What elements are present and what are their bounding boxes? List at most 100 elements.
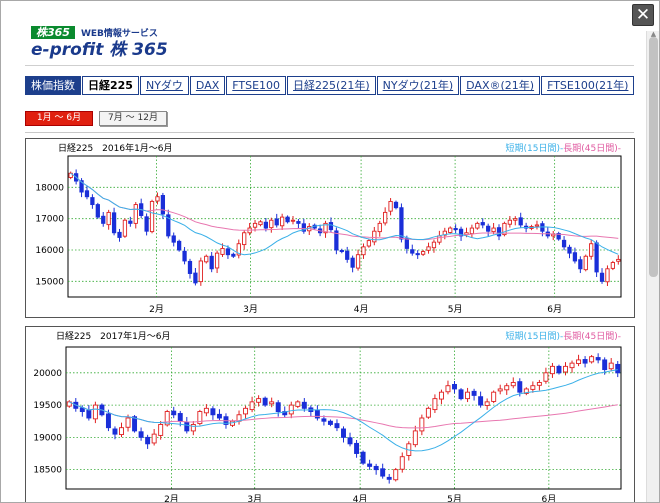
candle-down (415, 253, 420, 256)
site-logo: 株365 WEB情報サービス e-profit 株 365 (31, 25, 181, 61)
candle-down (86, 409, 92, 419)
candle-up (438, 391, 444, 400)
candle-up (475, 222, 480, 229)
vertical-scrollbar[interactable]: ▲ (646, 31, 659, 502)
y-tick-label: 18000 (35, 183, 64, 193)
candle-up (119, 427, 124, 436)
tab-nikkei225-21y[interactable]: 日経225(21年) (287, 76, 376, 95)
candle-up (243, 407, 249, 415)
logo-subtitle: WEB情報サービス (80, 28, 158, 39)
candle-down (360, 451, 366, 464)
candle-down (171, 235, 176, 243)
candle-down (95, 204, 100, 218)
candle-up (576, 359, 582, 365)
tab-ftse100-21y[interactable]: FTSE100(21年) (541, 76, 635, 95)
candle-down (567, 246, 572, 254)
candle-up (155, 196, 160, 202)
candle-down (518, 217, 523, 226)
candle-up (214, 252, 220, 269)
candle-up (484, 401, 490, 406)
index-tab-bar: 株価指数 日経225 NYダウ DAX FTSE100 日経225(21年) N… (25, 76, 635, 95)
candle-up (203, 407, 209, 414)
candle-up (290, 219, 296, 222)
candle-up (431, 241, 437, 249)
candle-up (445, 385, 451, 393)
candle-down (193, 272, 198, 284)
tab-ny-dow[interactable]: NYダウ (139, 76, 189, 95)
candle-down (595, 357, 601, 361)
candle-up (589, 356, 595, 363)
candle-up (242, 232, 247, 246)
candle-down (84, 190, 90, 198)
tab-ftse100[interactable]: FTSE100 (226, 76, 287, 95)
candle-down (182, 250, 187, 262)
candle-down (386, 476, 392, 480)
candle-down (328, 222, 334, 231)
candle-down (262, 397, 268, 406)
candle-down (334, 423, 340, 429)
tab-nikkei225[interactable]: 日経225 (82, 76, 139, 95)
candle-up (610, 262, 615, 269)
legend-short-ma: 短期(15日間) (506, 330, 560, 342)
candle-down (367, 463, 373, 467)
candle-up (465, 391, 471, 400)
candle-down (347, 437, 353, 445)
period-jul-dec-button[interactable]: 7月 ～ 12月 (99, 111, 167, 126)
x-tick-label: 5月 (448, 304, 463, 315)
candle-down (561, 239, 567, 248)
candle-up (388, 200, 393, 212)
candle-down (144, 216, 149, 232)
candle-up (420, 251, 426, 255)
tab-dax[interactable]: DAX (189, 76, 226, 95)
candle-up (551, 233, 556, 237)
candle-down (187, 260, 193, 274)
period-jan-jun-button[interactable]: 1月 ～ 6月 (25, 111, 93, 126)
chart-legend: 短期(15日間)-長期(45日間)- (506, 142, 621, 154)
x-tick-label: 6月 (547, 304, 562, 315)
candle-up (504, 385, 510, 391)
candle-down (112, 428, 118, 435)
x-tick-label: 3月 (243, 304, 258, 315)
candle-down (496, 227, 502, 237)
candle-down (599, 272, 605, 282)
candle-up (295, 401, 301, 407)
candle-up (393, 469, 399, 481)
candle-down (138, 431, 144, 438)
header-divider (25, 65, 634, 66)
chart-2016: 15000 16000 17000 18000 2月 3月 4月 5月 6月 日経225 2016… (35, 142, 622, 315)
chart-legend: 短期(15日間)-長期(45日間)- (506, 330, 621, 342)
close-button[interactable]: ✕ (632, 4, 654, 26)
candle-up (258, 221, 263, 226)
candle-up (432, 398, 438, 411)
candle-up (448, 227, 453, 233)
candle-down (301, 401, 307, 409)
candle-up (491, 227, 496, 233)
candle-up (536, 382, 542, 386)
y-tick-label: 20000 (33, 369, 62, 379)
candle-up (249, 401, 255, 411)
tab-dax-21y[interactable]: DAX®(21年) (460, 76, 541, 95)
candle-down (341, 428, 346, 438)
candle-up (269, 219, 274, 229)
candle-down (602, 359, 608, 371)
candle-up (616, 258, 621, 262)
chart-2016-panel: 15000 16000 17000 18000 2月 3月 4月 5月 6月 日経225 2016… (25, 138, 635, 318)
chart-title: 日経225 2017年1月～6月 (56, 330, 171, 342)
candle-up (190, 424, 196, 432)
candle-down (345, 250, 350, 260)
chart-2017: 18500 19000 19500 20000 2月 3月 4月 5月 6月 日経225 2017… (33, 330, 622, 502)
scrollbar-thumb[interactable] (649, 37, 658, 277)
candle-down (160, 195, 166, 215)
tab-index[interactable]: 株価指数 (25, 76, 81, 95)
candle-up (383, 211, 388, 224)
candle-up (151, 433, 157, 444)
y-tick-label: 15000 (35, 277, 64, 287)
candle-down (105, 413, 111, 429)
candle-down (117, 231, 122, 238)
candle-up (425, 407, 431, 418)
close-icon: ✕ (635, 5, 651, 25)
candle-up (569, 362, 575, 369)
tab-ny-dow-21y[interactable]: NYダウ(21年) (376, 76, 460, 95)
y-tick-label: 19000 (33, 433, 62, 443)
section-divider (25, 132, 634, 133)
